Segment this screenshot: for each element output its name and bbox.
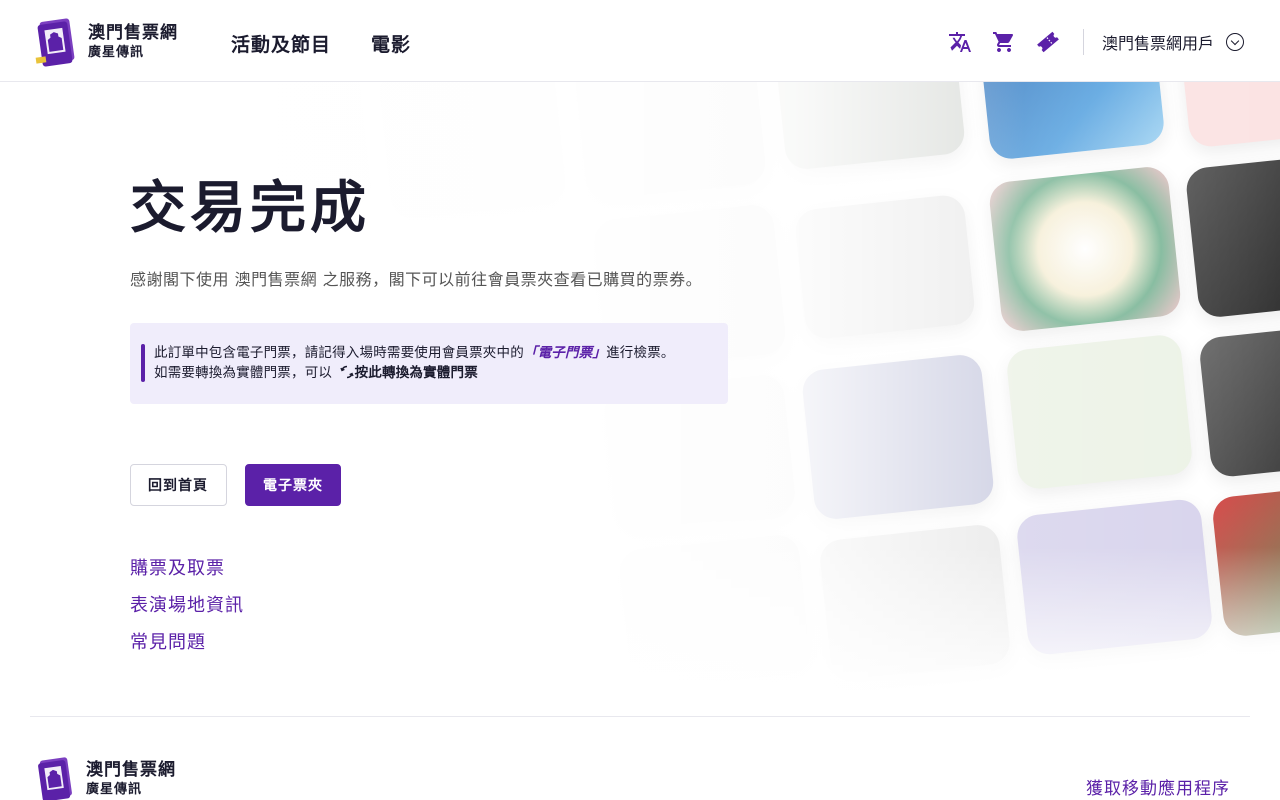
notice-text: 如需要轉換為實體門票，可以 xyxy=(154,365,333,381)
notice-text: 進行檢票。 xyxy=(606,345,675,361)
convert-icon xyxy=(339,365,354,379)
user-menu[interactable]: 澳門售票網用戶 xyxy=(1102,30,1244,54)
translate-icon[interactable] xyxy=(947,29,973,55)
ticket-icon[interactable] xyxy=(1035,29,1061,55)
main-content: 交易完成 感謝閣下使用 澳門售票網 之服務，閣下可以前往會員票夾查看已購買的票券… xyxy=(130,170,830,654)
eticket-wallet-button[interactable]: 電子票夾 xyxy=(245,464,341,506)
footer-brand-subtitle: 廣星傳訊 xyxy=(86,781,143,797)
brand-name: 澳門售票網 xyxy=(88,23,178,44)
action-buttons: 回到首頁 電子票夾 xyxy=(130,464,830,506)
header-divider xyxy=(1082,29,1084,55)
notice-line-2: 如需要轉換為實體門票，可以 按此轉換為實體門票 xyxy=(154,363,716,383)
nav-movies[interactable]: 電影 xyxy=(371,30,411,57)
header-actions: 澳門售票網用戶 xyxy=(929,26,1244,58)
eticket-highlight: 「電子門票」 xyxy=(523,345,607,361)
link-venue-info[interactable]: 表演場地資訊 xyxy=(130,591,830,617)
notice-text: 此訂單中包含電子門票，請記得入場時需要使用會員票夾中的 xyxy=(154,345,524,361)
eticket-notice: 此訂單中包含電子門票，請記得入場時需要使用會員票夾中的「電子門票」進行檢票。 如… xyxy=(130,323,728,404)
footer-divider xyxy=(30,716,1250,717)
thank-you-text: 感謝閣下使用 澳門售票網 之服務，閣下可以前往會員票夾查看已購買的票券。 xyxy=(130,270,703,289)
brand-subtitle: 廣星傳訊 xyxy=(88,44,145,60)
page-title: 交易完成 xyxy=(130,176,370,241)
link-ticket-purchase[interactable]: 購票及取票 xyxy=(130,554,830,580)
chevron-down-icon xyxy=(1226,33,1244,51)
footer-logo[interactable]: 澳門售票網 廣星傳訊 xyxy=(32,756,176,800)
get-mobile-app-link[interactable]: 獲取移動應用程序 xyxy=(1086,774,1230,799)
convert-link-label: 按此轉換為實體門票 xyxy=(354,365,478,381)
top-header: 澳門售票網 廣星傳訊 活動及節目 電影 澳門售票網用戶 xyxy=(0,0,1280,82)
brand-logo[interactable]: 澳門售票網 廣星傳訊 xyxy=(32,16,192,68)
cart-icon[interactable] xyxy=(991,29,1017,55)
main-nav: 活動及節目 電影 xyxy=(231,30,411,57)
logo-ticket-icon xyxy=(32,756,78,800)
help-links: 購票及取票 表演場地資訊 常見問題 xyxy=(130,554,830,654)
nav-events[interactable]: 活動及節目 xyxy=(231,30,331,57)
footer-brand-name: 澳門售票網 xyxy=(86,760,176,781)
convert-physical-ticket-link[interactable]: 按此轉換為實體門票 xyxy=(337,365,478,381)
logo-ticket-icon xyxy=(32,17,80,67)
home-button[interactable]: 回到首頁 xyxy=(130,464,227,506)
user-name: 澳門售票網用戶 xyxy=(1101,34,1214,53)
notice-line-1: 此訂單中包含電子門票，請記得入場時需要使用會員票夾中的「電子門票」進行檢票。 xyxy=(154,343,716,363)
link-faq[interactable]: 常見問題 xyxy=(130,628,830,654)
